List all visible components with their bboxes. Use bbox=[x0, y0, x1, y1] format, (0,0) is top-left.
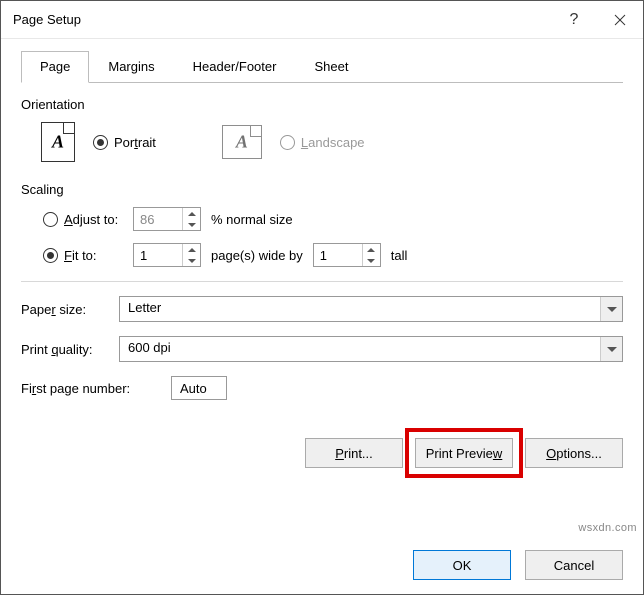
fit-wide-value[interactable] bbox=[134, 244, 182, 266]
page-setup-dialog: Page Setup ? Page Margins Header/Footer … bbox=[0, 0, 644, 595]
fit-tall-suffix: tall bbox=[391, 248, 408, 263]
paper-size-select[interactable]: Letter bbox=[119, 296, 623, 322]
landscape-icon: A bbox=[222, 125, 262, 159]
dialog-footer: OK Cancel bbox=[413, 550, 623, 580]
spinner-up-icon[interactable] bbox=[363, 244, 380, 255]
chevron-down-icon[interactable] bbox=[600, 297, 622, 321]
paper-size-label: Paper size: bbox=[21, 302, 119, 317]
orientation-group: A Portrait A Landscape bbox=[21, 122, 623, 162]
spinner-down-icon[interactable] bbox=[363, 255, 380, 266]
scaling-group: Adjust to: % normal size Fit to: bbox=[21, 207, 623, 267]
action-buttons: Print... Print Preview Options... bbox=[21, 438, 623, 468]
adjust-to-value[interactable] bbox=[134, 208, 182, 230]
tab-sheet[interactable]: Sheet bbox=[295, 51, 367, 82]
print-quality-value: 600 dpi bbox=[120, 337, 600, 361]
tab-margins[interactable]: Margins bbox=[89, 51, 173, 82]
print-quality-label: Print quality: bbox=[21, 342, 119, 357]
dialog-body: Page Margins Header/Footer Sheet Orienta… bbox=[1, 39, 643, 482]
adjust-to-radio[interactable]: Adjust to: bbox=[43, 212, 118, 227]
adjust-to-spinner[interactable] bbox=[133, 207, 201, 231]
spinner-up-icon[interactable] bbox=[183, 208, 200, 219]
spinner-down-icon[interactable] bbox=[183, 219, 200, 230]
tab-header-footer[interactable]: Header/Footer bbox=[174, 51, 296, 82]
dialog-title: Page Setup bbox=[13, 12, 551, 27]
tab-strip: Page Margins Header/Footer Sheet bbox=[21, 51, 623, 83]
close-button[interactable] bbox=[597, 1, 643, 38]
titlebar-controls: ? bbox=[551, 1, 643, 38]
print-quality-select[interactable]: 600 dpi bbox=[119, 336, 623, 362]
fit-to-radio[interactable]: Fit to: bbox=[43, 248, 97, 263]
title-bar: Page Setup ? bbox=[1, 1, 643, 39]
first-page-number-label: First page number: bbox=[21, 381, 161, 396]
tab-page[interactable]: Page bbox=[21, 51, 89, 83]
options-button[interactable]: Options... bbox=[525, 438, 623, 468]
chevron-down-icon[interactable] bbox=[600, 337, 622, 361]
cancel-button[interactable]: Cancel bbox=[525, 550, 623, 580]
print-preview-button[interactable]: Print Preview bbox=[415, 438, 513, 468]
portrait-icon: A bbox=[41, 122, 75, 162]
help-button[interactable]: ? bbox=[551, 1, 597, 38]
fit-tall-value[interactable] bbox=[314, 244, 362, 266]
fit-wide-suffix: page(s) wide by bbox=[211, 248, 303, 263]
landscape-radio[interactable]: Landscape bbox=[280, 135, 365, 150]
portrait-radio[interactable]: Portrait bbox=[93, 135, 156, 150]
watermark-text: wsxdn.com bbox=[578, 522, 637, 534]
scaling-label: Scaling bbox=[21, 182, 623, 197]
adjust-to-suffix: % normal size bbox=[211, 212, 293, 227]
orientation-label: Orientation bbox=[21, 97, 623, 112]
spinner-down-icon[interactable] bbox=[183, 255, 200, 266]
fit-wide-spinner[interactable] bbox=[133, 243, 201, 267]
first-page-number-input[interactable]: Auto bbox=[171, 376, 227, 400]
paper-size-value: Letter bbox=[120, 297, 600, 321]
print-button[interactable]: Print... bbox=[305, 438, 403, 468]
spinner-up-icon[interactable] bbox=[183, 244, 200, 255]
fit-tall-spinner[interactable] bbox=[313, 243, 381, 267]
ok-button[interactable]: OK bbox=[413, 550, 511, 580]
